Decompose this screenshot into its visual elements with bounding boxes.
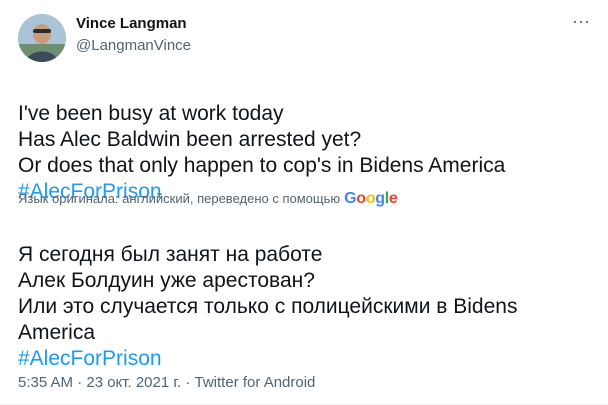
user-handle[interactable]: @LangmanVince [76, 36, 191, 56]
translation-note-text: Язык оригинала: английский, переведено с… [18, 191, 341, 206]
google-letter: G [344, 190, 357, 207]
avatar[interactable] [18, 14, 66, 62]
tweet-source[interactable]: Twitter for Android [195, 374, 316, 391]
author-info: Vince Langman @LangmanVince [76, 14, 191, 56]
more-options-icon[interactable]: ··· [570, 12, 592, 34]
translation-note: Язык оригинала: английский, переведено с… [18, 190, 398, 208]
translated-hashtag-link[interactable]: #AlecForPrison [18, 346, 594, 372]
display-name[interactable]: Vince Langman [76, 14, 191, 34]
google-letter: o [365, 190, 376, 207]
google-letter: e [388, 190, 398, 207]
tweet-text-body: I've been busy at work today Has Alec Ba… [18, 102, 506, 177]
google-letter: o [356, 190, 366, 207]
translated-text: Я сегодня был занят на работе Алек Болду… [18, 216, 594, 398]
avatar-image [18, 14, 66, 62]
google-logo[interactable]: Google [344, 190, 398, 208]
google-letter: g [375, 190, 385, 207]
tweet-meta: 5:35 AM · 23 окт. 2021 г. · Twitter for … [18, 373, 315, 393]
tweet-timestamp[interactable]: 5:35 AM · 23 окт. 2021 г. · [18, 374, 195, 391]
translated-text-body: Я сегодня был занят на работе Алек Болду… [18, 243, 518, 344]
tweet-card: Vince Langman @LangmanVince ··· I've bee… [0, 0, 608, 405]
